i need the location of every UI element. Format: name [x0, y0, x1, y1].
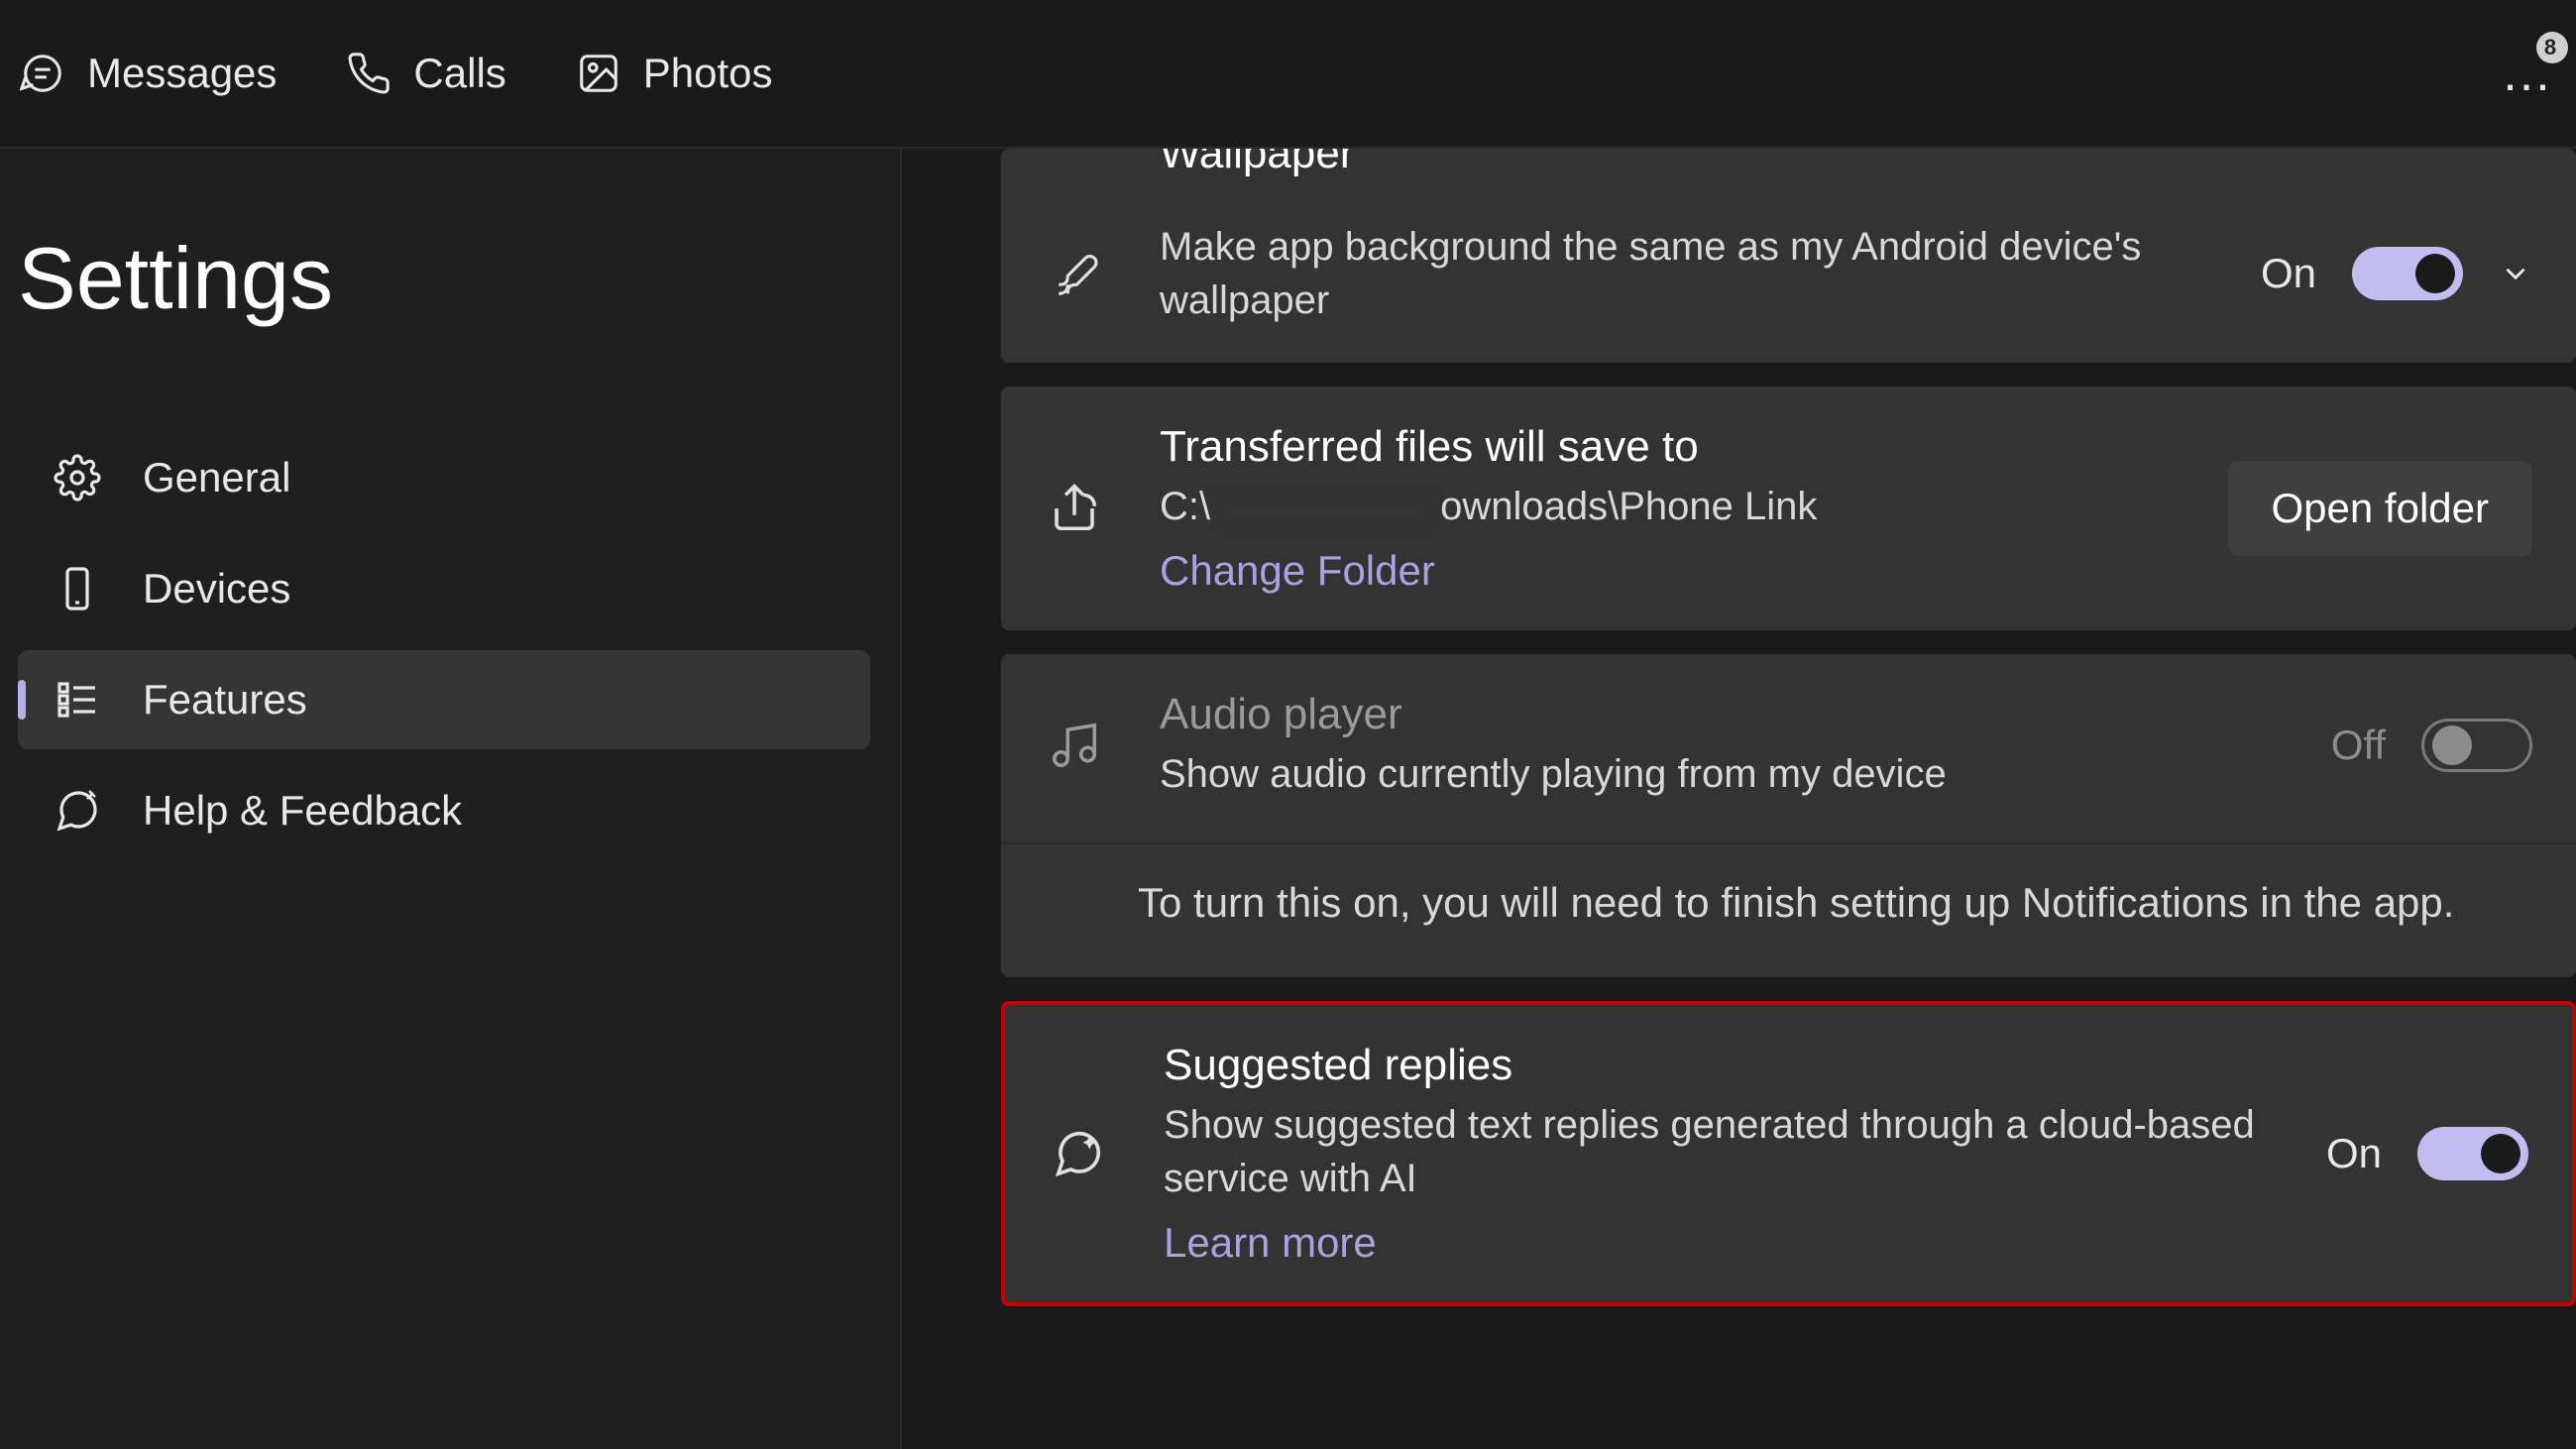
expand-chevron[interactable]	[2499, 257, 2532, 290]
sparkle-chat-icon	[1049, 1124, 1108, 1183]
tab-photos[interactable]: Photos	[576, 50, 773, 97]
card-desc: Make app background the same as my Andro…	[1160, 220, 2205, 327]
card-title: Transferred files will save to	[1160, 422, 2173, 472]
more-menu[interactable]: … 8	[2501, 44, 2556, 103]
nav-features[interactable]: Features	[18, 650, 870, 749]
nav-list: General Devices Features Help & Feedback	[18, 428, 870, 860]
path-prefix: C:\	[1160, 485, 1210, 528]
card-desc: Show audio currently playing from my dev…	[1160, 747, 2276, 801]
card-desc: Show suggested text replies generated th…	[1164, 1098, 2271, 1205]
change-folder-link[interactable]: Change Folder	[1160, 547, 2173, 595]
tab-label: Photos	[643, 50, 773, 97]
redacted-path	[1216, 494, 1434, 523]
tab-label: Calls	[413, 50, 505, 97]
nav-label: Features	[143, 676, 307, 724]
music-icon	[1045, 716, 1104, 775]
tab-calls[interactable]: Calls	[346, 50, 505, 97]
chevron-down-icon	[2499, 257, 2532, 290]
open-folder-button[interactable]: Open folder	[2228, 461, 2532, 556]
top-tabs: Messages Calls Photos	[20, 50, 773, 97]
tab-messages[interactable]: Messages	[20, 50, 277, 97]
card-title: Wallpaper	[1160, 149, 1354, 178]
audio-player-card: Audio player Show audio currently playin…	[1001, 654, 2576, 977]
suggested-replies-card: Suggested replies Show suggested text re…	[1001, 1001, 2576, 1306]
page-title: Settings	[18, 228, 870, 329]
nav-help[interactable]: Help & Feedback	[18, 761, 870, 860]
nav-label: Help & Feedback	[143, 787, 462, 835]
nav-devices[interactable]: Devices	[18, 539, 870, 638]
chat-icon	[20, 51, 65, 96]
notification-badge: 8	[2536, 32, 2568, 63]
audio-note: To turn this on, you will need to finish…	[1001, 842, 2576, 977]
card-title: Audio player	[1160, 690, 2276, 739]
share-icon	[1045, 479, 1104, 538]
suggested-replies-toggle[interactable]	[2417, 1127, 2528, 1180]
toggle-state: Off	[2331, 722, 2386, 769]
topbar-right: … 8	[2501, 44, 2556, 103]
card-title: Suggested replies	[1164, 1041, 2271, 1090]
wallpaper-toggle[interactable]	[2352, 247, 2463, 300]
top-bar: Messages Calls Photos … 8	[0, 0, 2576, 149]
path-suffix: ownloads\Phone Link	[1440, 485, 1817, 528]
tab-label: Messages	[87, 50, 277, 97]
main-panel: Wallpaper Make app background the same a…	[902, 149, 2576, 1449]
gear-icon	[54, 454, 101, 502]
features-icon	[54, 676, 101, 724]
nav-label: General	[143, 454, 290, 502]
nav-label: Devices	[143, 565, 290, 613]
save-path: C:\ ownloads\Phone Link	[1160, 480, 2173, 533]
audio-toggle[interactable]	[2421, 719, 2532, 772]
feedback-icon	[54, 787, 101, 835]
phone-icon	[346, 51, 392, 96]
image-icon	[576, 51, 621, 96]
brush-icon	[1045, 244, 1104, 303]
device-icon	[54, 565, 101, 613]
nav-general[interactable]: General	[18, 428, 870, 527]
toggle-state: On	[2326, 1130, 2382, 1177]
toggle-state: On	[2261, 250, 2316, 297]
transferred-files-card: Transferred files will save to C:\ ownloa…	[1001, 387, 2576, 630]
sidebar: Settings General Devices Features Help &…	[0, 149, 902, 1449]
learn-more-link[interactable]: Learn more	[1164, 1219, 2271, 1267]
wallpaper-card: Wallpaper Make app background the same a…	[1001, 149, 2576, 363]
